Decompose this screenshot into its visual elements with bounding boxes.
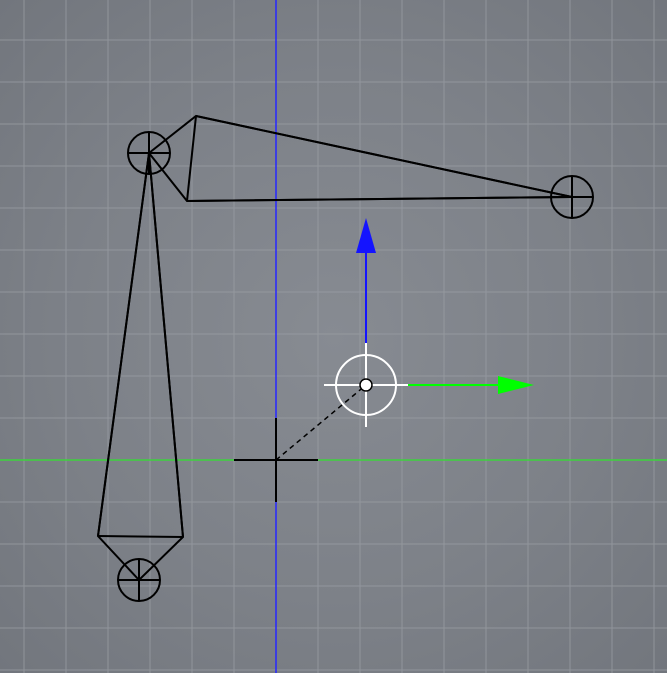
relationship-dashed-line: [275, 384, 367, 461]
transform-widget[interactable]: [324, 218, 534, 427]
bone-root-joint[interactable]: [127, 131, 171, 175]
bone-upper-tail-joint[interactable]: [550, 175, 594, 219]
arrow-up-icon[interactable]: [356, 218, 376, 253]
pivot-circle-icon[interactable]: [324, 343, 408, 427]
grid-lines: [0, 0, 667, 673]
bone-lower[interactable]: [96, 152, 185, 582]
3d-viewport[interactable]: [0, 0, 667, 673]
bone-lower-tail-joint[interactable]: [117, 558, 161, 602]
arrow-right-icon[interactable]: [498, 376, 534, 394]
viewport-scene[interactable]: [0, 0, 667, 673]
